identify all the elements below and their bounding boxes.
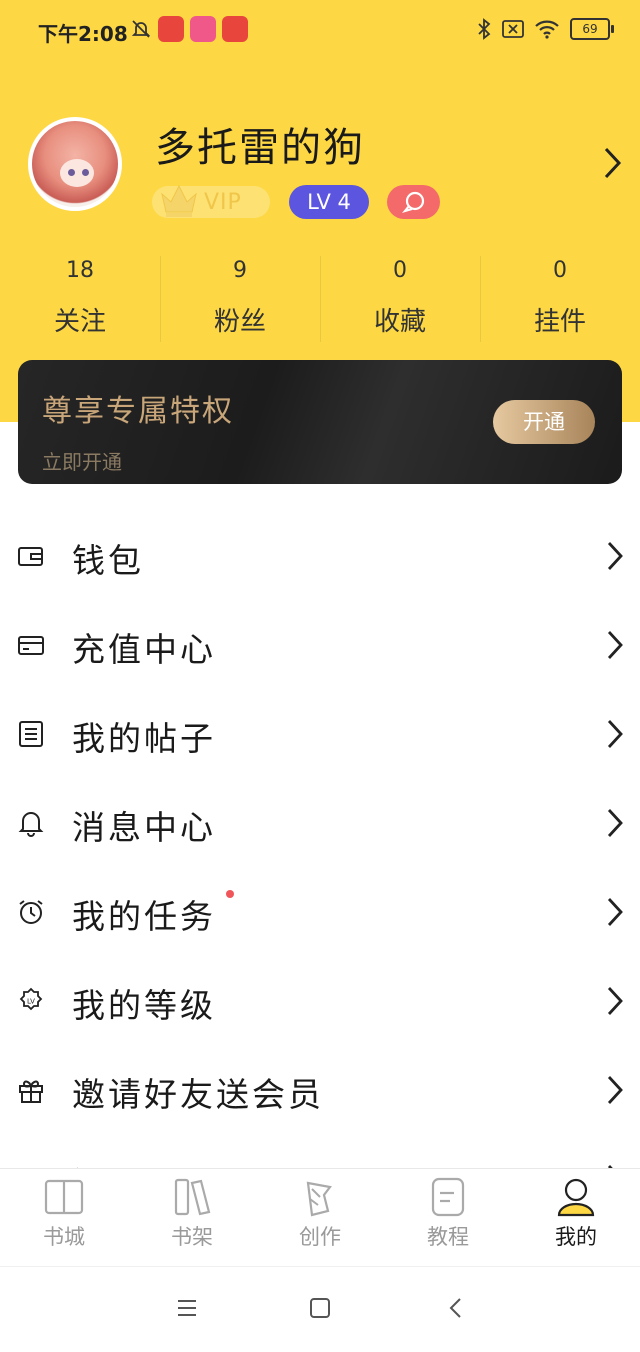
bottom-tab-bar: 书城 书架 创作 教程 我的 [0,1168,640,1267]
stats-row: 18 关注 9 粉丝 0 收藏 0 挂件 [0,252,640,344]
menu-label: 消息中心 [72,808,216,847]
alarm-clock-icon [19,900,43,924]
menu-label: 充值中心 [72,630,216,669]
menu-label: 我的帖子 [72,719,216,758]
tab-label: 书城 [43,1225,85,1249]
bilibili-notification-icon [190,16,216,42]
menu-item-my-posts[interactable]: 我的帖子 [0,690,640,779]
username: 多托雷的狗 [155,125,365,171]
vip-card-subtitle: 立即开通 [42,450,122,474]
stat-count: 9 [233,258,247,283]
user-icon [557,1178,595,1217]
menu-icon[interactable] [176,1297,198,1319]
tab-mine[interactable]: 我的 [512,1169,640,1267]
gift-icon [19,1080,43,1103]
menu-item-recharge[interactable]: 充值中心 [0,601,640,690]
app-notification-icon [222,16,248,42]
stat-label: 关注 [53,307,106,337]
stat-count: 0 [553,258,567,283]
menu-item-messages[interactable]: 消息中心 [0,779,640,868]
bookshelf-icon [174,1178,211,1216]
stat-label: 粉丝 [213,307,266,337]
chevron-right-icon[interactable] [602,146,622,180]
tab-label: 教程 [427,1225,469,1249]
chevron-right-icon [607,542,623,570]
stat-count: 0 [393,258,407,283]
svg-text:LV: LV [27,998,35,1006]
menu-label: 邀请好友送会员 [72,1075,324,1114]
stat-following[interactable]: 18 关注 [0,252,160,344]
notification-dot [226,890,234,898]
tab-create[interactable]: 创作 [256,1169,384,1267]
menu-label: 我的等级 [72,986,216,1025]
status-notification-icons [130,16,248,42]
chat-badge[interactable] [387,185,440,219]
mute-bell-icon [131,20,151,38]
stat-count: 18 [66,258,94,283]
app-notification-icon [158,16,184,42]
status-time: 下午2:08 [38,22,128,46]
stat-pendants[interactable]: 0 挂件 [480,252,640,344]
document-icon [19,721,43,747]
vip-label: VIP [204,189,242,215]
chevron-right-icon [607,720,623,748]
level-badge-icon: LV [19,987,43,1011]
menu-item-invite-friends[interactable]: 邀请好友送会员 [0,1046,640,1135]
book-open-icon [44,1179,84,1215]
chevron-right-icon [607,987,623,1015]
menu-list: 钱包 充值中心 我的帖子 消息中心 我的任务 LV 我的等级 邀请好友送会员 设… [0,512,640,1224]
status-system-icons: 69 [476,18,614,40]
menu-item-wallet[interactable]: 钱包 [0,512,640,601]
home-square-icon[interactable] [309,1297,331,1319]
crown-icon [161,184,197,217]
menu-item-my-tasks[interactable]: 我的任务 [0,868,640,957]
stat-fans[interactable]: 9 粉丝 [160,252,320,344]
status-bar: 下午2:08 69 [0,0,640,62]
menu-label: 钱包 [72,541,144,580]
create-pen-icon [306,1181,332,1217]
vip-card-title: 尊享专属特权 [42,394,234,429]
level-badge[interactable]: LV 4 [289,185,369,219]
tutorial-doc-icon [431,1177,465,1217]
bell-icon [18,812,44,837]
bluetooth-icon [478,18,491,40]
stat-favorites[interactable]: 0 收藏 [320,252,480,344]
chevron-right-icon [607,809,623,837]
stat-label: 收藏 [373,307,426,337]
battery-indicator: 69 [570,18,614,40]
open-vip-button[interactable]: 开通 [493,400,595,444]
tab-label: 创作 [299,1225,341,1249]
tab-bookstore[interactable]: 书城 [0,1169,128,1267]
chat-bubble-icon [401,191,424,214]
tab-tutorial[interactable]: 教程 [384,1169,512,1267]
chevron-right-icon [607,898,623,926]
wallet-icon [18,547,43,566]
chevron-right-icon [607,1076,623,1104]
back-icon[interactable] [445,1297,467,1319]
chevron-right-icon [607,631,623,659]
vip-promo-card[interactable]: 尊享专属特权 立即开通 开通 [18,360,622,484]
tab-label: 我的 [555,1225,597,1249]
system-navigation-bar [0,1266,640,1352]
wifi-icon [535,20,559,39]
menu-label: 我的任务 [72,897,216,936]
vip-badge[interactable]: VIP [152,184,270,218]
stat-label: 挂件 [533,307,586,337]
sim-off-icon [502,20,524,38]
tab-label: 书架 [171,1225,213,1249]
avatar[interactable] [28,117,122,211]
tab-bookshelf[interactable]: 书架 [128,1169,256,1267]
card-icon [18,636,44,655]
menu-item-my-level[interactable]: LV 我的等级 [0,957,640,1046]
